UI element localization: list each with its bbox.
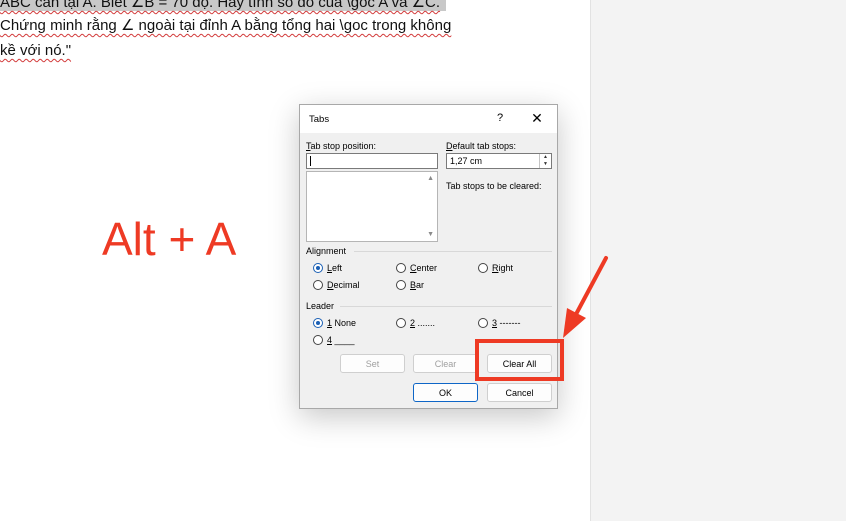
radio-icon xyxy=(396,280,406,290)
radio-selected-icon xyxy=(313,318,323,328)
document-line-2: Chứng minh rằng ∠ ngoài tại đỉnh A bằng … xyxy=(0,17,452,34)
document-gutter xyxy=(590,0,846,521)
dialog-title: Tabs xyxy=(309,114,330,125)
leader-none-radio[interactable]: 1 None xyxy=(313,318,356,328)
radio-icon xyxy=(396,318,406,328)
scroll-down-icon[interactable]: ▼ xyxy=(427,231,434,238)
close-icon[interactable]: ✕ xyxy=(530,110,544,127)
dialog-titlebar: Tabs ? ✕ xyxy=(300,105,557,133)
leader-divider xyxy=(340,306,552,307)
tab-stop-position-input[interactable] xyxy=(306,153,438,169)
default-tab-stops-input[interactable]: 1,27 cm ▲ ▼ xyxy=(446,153,552,169)
tab-stop-list[interactable]: ▲ ▼ xyxy=(306,171,438,242)
radio-icon xyxy=(313,280,323,290)
leader-dots-radio[interactable]: 2 ....... xyxy=(396,318,435,328)
scroll-up-icon[interactable]: ▲ xyxy=(427,175,434,182)
alignment-right-radio[interactable]: Right xyxy=(478,263,513,273)
leader-dashes-radio[interactable]: 3 ------- xyxy=(478,318,521,328)
radio-selected-icon xyxy=(313,263,323,273)
document-line-3: kề với nó." xyxy=(0,42,72,59)
radio-icon xyxy=(478,318,488,328)
clear-all-highlight xyxy=(475,339,564,381)
help-icon[interactable]: ? xyxy=(494,112,506,124)
spinner-icon[interactable]: ▲ ▼ xyxy=(539,154,551,168)
hotkey-annotation: Alt + A xyxy=(102,213,237,265)
default-tab-stops-label: Default tab stops: xyxy=(446,141,517,151)
ok-button[interactable]: OK xyxy=(413,383,478,402)
alignment-decimal-radio[interactable]: Decimal xyxy=(313,280,360,290)
set-button[interactable]: Set xyxy=(340,354,405,373)
tab-stops-to-clear-label: Tab stops to be cleared: xyxy=(446,181,542,191)
radio-icon xyxy=(313,335,323,345)
alignment-label: Alignment xyxy=(306,246,347,256)
alignment-bar-radio[interactable]: Bar xyxy=(396,280,424,290)
alignment-center-radio[interactable]: Center xyxy=(396,263,437,273)
cancel-button[interactable]: Cancel xyxy=(487,383,552,402)
leader-underline-radio[interactable]: 4 ____ xyxy=(313,335,355,345)
alignment-divider xyxy=(354,251,552,252)
radio-icon xyxy=(396,263,406,273)
alignment-left-radio[interactable]: Left xyxy=(313,263,342,273)
radio-icon xyxy=(478,263,488,273)
tab-stop-position-label: Tab stop position: xyxy=(306,141,377,151)
text-caret xyxy=(310,156,311,166)
clear-button[interactable]: Clear xyxy=(413,354,478,373)
document-line-1: ABC cân tại A. Biết ∠B = 70 độ. Hãy tính… xyxy=(0,0,447,11)
leader-label: Leader xyxy=(306,301,335,311)
